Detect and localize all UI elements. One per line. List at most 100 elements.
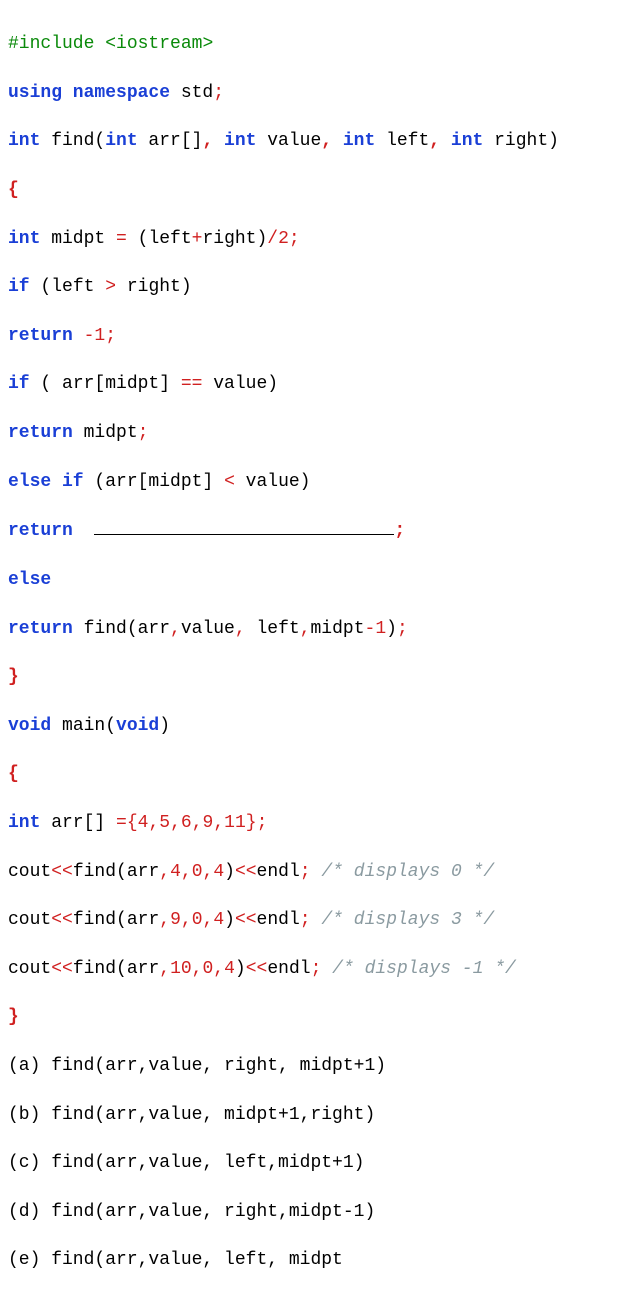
text: endl bbox=[257, 910, 300, 930]
text: cout bbox=[8, 862, 51, 882]
keyword: int bbox=[451, 131, 483, 151]
code-block: #include <iostream> using namespace std;… bbox=[8, 8, 609, 1297]
text: right) bbox=[483, 131, 559, 151]
punct: , bbox=[148, 813, 159, 833]
op: / bbox=[267, 229, 278, 249]
op: == bbox=[181, 374, 203, 394]
punct: , bbox=[159, 862, 170, 882]
text: cout bbox=[8, 959, 51, 979]
brace: } bbox=[8, 667, 19, 687]
punct: ; bbox=[300, 862, 311, 882]
header-name: <iostream> bbox=[94, 34, 213, 54]
punct: , bbox=[159, 910, 170, 930]
number: 4 bbox=[170, 862, 181, 882]
code-line: #include <iostream> bbox=[8, 32, 609, 56]
op: < bbox=[224, 472, 235, 492]
keyword: void bbox=[8, 716, 51, 736]
punct: , bbox=[203, 862, 214, 882]
keyword: if bbox=[8, 374, 30, 394]
text: value) bbox=[202, 374, 278, 394]
comment: /* displays -1 */ bbox=[321, 959, 515, 979]
op: << bbox=[51, 862, 73, 882]
keyword: return bbox=[8, 326, 73, 346]
keyword: return bbox=[8, 521, 73, 541]
fill-in-blank[interactable] bbox=[94, 518, 394, 535]
answer-option-d[interactable]: (d) find(arr,value, right,midpt-1) bbox=[8, 1200, 609, 1224]
text: midpt bbox=[311, 619, 365, 639]
text: ) bbox=[386, 619, 397, 639]
code-line: return midpt; bbox=[8, 421, 609, 445]
text: find(arr bbox=[73, 619, 170, 639]
code-line: cout<<find(arr,10,0,4)<<endl; /* display… bbox=[8, 957, 609, 981]
number: 2 bbox=[278, 229, 289, 249]
text: arr[] bbox=[138, 131, 203, 151]
keyword: int bbox=[224, 131, 256, 151]
punct: , bbox=[213, 813, 224, 833]
op: > bbox=[105, 277, 116, 297]
identifier: std bbox=[170, 83, 213, 103]
text: left bbox=[246, 619, 300, 639]
keyword: else if bbox=[8, 472, 84, 492]
keyword: using namespace bbox=[8, 83, 170, 103]
brace: { bbox=[8, 764, 19, 784]
code-line: if (left > right) bbox=[8, 275, 609, 299]
op: << bbox=[51, 910, 73, 930]
code-line: return ; bbox=[8, 518, 609, 543]
keyword: int bbox=[105, 131, 137, 151]
keyword: return bbox=[8, 619, 73, 639]
code-line: } bbox=[8, 1005, 609, 1029]
code-line: { bbox=[8, 178, 609, 202]
number: 9 bbox=[203, 813, 214, 833]
number: 5 bbox=[159, 813, 170, 833]
text: endl bbox=[257, 862, 300, 882]
keyword: if bbox=[8, 277, 30, 297]
punct: , bbox=[192, 959, 203, 979]
brace: { bbox=[8, 180, 19, 200]
code-line: int midpt = (left+right)/2; bbox=[8, 227, 609, 251]
punct: ; bbox=[397, 619, 408, 639]
code-line: return -1; bbox=[8, 324, 609, 348]
punct: , bbox=[192, 813, 203, 833]
answer-option-e[interactable]: (e) find(arr,value, left, midpt bbox=[8, 1248, 609, 1272]
number: 11 bbox=[224, 813, 246, 833]
keyword: int bbox=[343, 131, 375, 151]
text: value bbox=[181, 619, 235, 639]
code-line: } bbox=[8, 665, 609, 689]
answer-option-b[interactable]: (b) find(arr,value, midpt+1,right) bbox=[8, 1103, 609, 1127]
preprocessor: #include bbox=[8, 34, 94, 54]
text: (arr[midpt] bbox=[84, 472, 224, 492]
text: (left bbox=[127, 229, 192, 249]
op: << bbox=[246, 959, 268, 979]
number: 0 bbox=[202, 959, 213, 979]
code-line: int arr[] ={4,5,6,9,11}; bbox=[8, 811, 609, 835]
text: ) bbox=[235, 959, 246, 979]
code-line: else bbox=[8, 568, 609, 592]
punct: , bbox=[181, 862, 192, 882]
answer-option-a[interactable]: (a) find(arr,value, right, midpt+1) bbox=[8, 1054, 609, 1078]
code-line: void main(void) bbox=[8, 714, 609, 738]
keyword: int bbox=[8, 131, 40, 151]
text: ( arr[midpt] bbox=[30, 374, 181, 394]
punct: }; bbox=[246, 813, 268, 833]
text: ) bbox=[224, 910, 235, 930]
answer-option-c[interactable]: (c) find(arr,value, left,midpt+1) bbox=[8, 1151, 609, 1175]
text: ) bbox=[159, 716, 170, 736]
punct: , bbox=[170, 813, 181, 833]
text: find(arr bbox=[73, 910, 159, 930]
op: + bbox=[192, 229, 203, 249]
number: 1 bbox=[375, 619, 386, 639]
comment: /* displays 0 */ bbox=[311, 862, 495, 882]
number: 9 bbox=[170, 910, 181, 930]
text: ) bbox=[224, 862, 235, 882]
op: - bbox=[365, 619, 376, 639]
text: find(arr bbox=[73, 959, 159, 979]
number: 6 bbox=[181, 813, 192, 833]
text: midpt bbox=[73, 423, 138, 443]
op: << bbox=[51, 959, 73, 979]
comment: /* displays 3 */ bbox=[311, 910, 495, 930]
punct: , bbox=[202, 131, 224, 151]
text: find( bbox=[40, 131, 105, 151]
punct: , bbox=[159, 959, 170, 979]
text: right) bbox=[116, 277, 192, 297]
text: value) bbox=[235, 472, 311, 492]
